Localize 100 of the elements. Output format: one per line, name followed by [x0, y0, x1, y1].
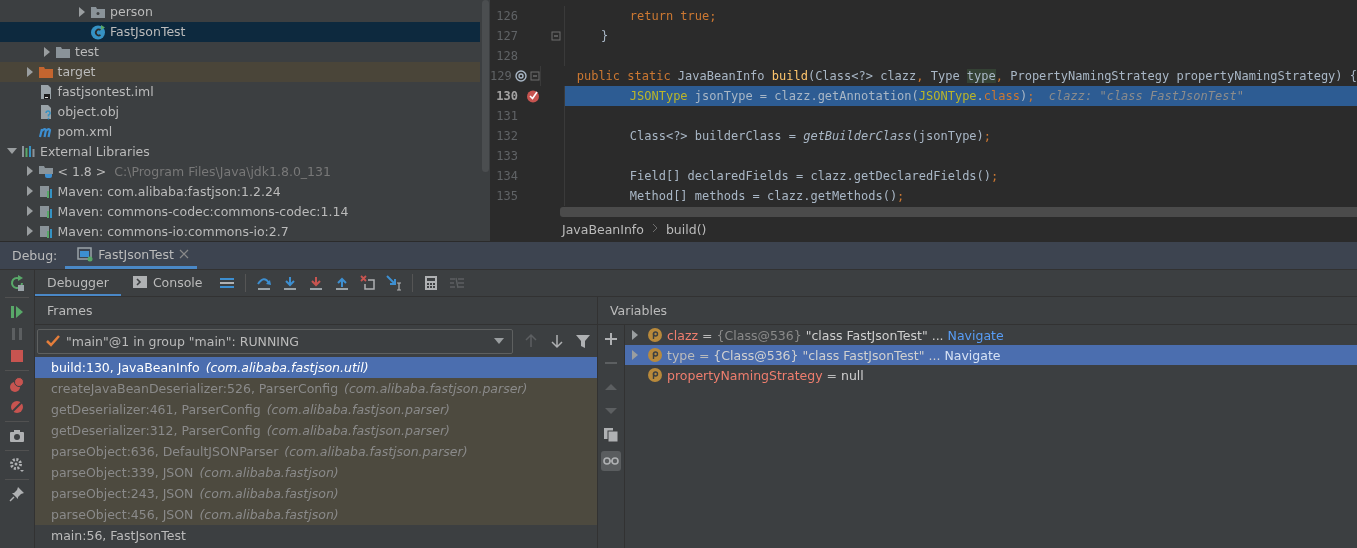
- variable-row[interactable]: clazz = {Class@536} "class FastJsonTest" ... Navigate: [625, 325, 1357, 345]
- debug-label: Debug:: [11, 248, 59, 263]
- breakpoints-icon[interactable]: [9, 377, 25, 393]
- collapsed-arrow-icon[interactable]: [24, 66, 35, 77]
- tree-item[interactable]: Maven: commons-io:commons-io:2.7: [0, 221, 480, 242]
- copy-icon[interactable]: [603, 427, 619, 443]
- stack-frame[interactable]: main:56, FastJsonTest: [35, 525, 597, 546]
- tree-item[interactable]: target: [0, 61, 480, 82]
- variable-text: propertyNamingStrategy = null: [667, 367, 864, 383]
- collapsed-arrow-icon[interactable]: [77, 6, 87, 17]
- frame-package: (com.alibaba.fastjson.util): [205, 360, 369, 375]
- variable-row[interactable]: propertyNamingStrategy = null: [625, 365, 1357, 385]
- line-number: 134: [495, 169, 518, 183]
- inline-value-hint: clazz: "class FastJsonTest": [1047, 89, 1244, 103]
- console-icon: [132, 275, 147, 289]
- frames-header: Frames: [35, 297, 597, 325]
- calculator-icon[interactable]: [422, 275, 439, 291]
- navigate-link[interactable]: Navigate: [947, 327, 1004, 343]
- settings-icon[interactable]: [9, 457, 25, 473]
- watches-toggle[interactable]: [601, 451, 621, 471]
- navigate-link[interactable]: Navigate: [944, 347, 1001, 363]
- collapsed-arrow-icon[interactable]: [24, 206, 35, 217]
- tree-item[interactable]: Maven: commons-codec:commons-codec:1.14: [0, 201, 480, 222]
- lines-icon[interactable]: [218, 275, 235, 291]
- jdk-folder-icon: [37, 163, 54, 180]
- breakpoint-icon[interactable]: [526, 89, 540, 103]
- rerun-icon[interactable]: [9, 275, 25, 291]
- line-number: 129: [490, 69, 512, 83]
- frame-method: build:130, JavaBeanInfo: [51, 360, 200, 375]
- fold-icon[interactable]: [529, 71, 540, 81]
- tree-item[interactable]: External Libraries: [0, 141, 480, 162]
- collapsed-arrow-icon[interactable]: [24, 166, 35, 177]
- debugger-tab[interactable]: Console: [120, 270, 215, 296]
- collapsed-arrow-icon[interactable]: [42, 46, 52, 57]
- line-number: 131: [495, 109, 518, 123]
- resume-icon[interactable]: [9, 304, 25, 320]
- frame-package: (com.alibaba.fastjson): [199, 507, 339, 522]
- tree-item[interactable]: pom.xml: [0, 121, 480, 142]
- tree-item[interactable]: object.obj: [0, 101, 480, 122]
- code-text: (jsonType): [911, 129, 984, 143]
- code-text: Method[] methods = clazz.getMethods(): [628, 189, 898, 203]
- parameter-icon: [647, 327, 663, 343]
- scrollbar-thumb[interactable]: [560, 207, 1357, 217]
- tree-item[interactable]: Maven: com.alibaba:fastjson:1.2.24: [0, 181, 480, 202]
- tree-item[interactable]: test: [0, 41, 480, 62]
- code-text: build: [771, 69, 808, 83]
- code-text: ;: [983, 129, 992, 143]
- code-text: (Class<?> clazz: [807, 69, 917, 83]
- stack-frame[interactable]: build:130, JavaBeanInfo (com.alibaba.fastjson.util): [35, 357, 597, 378]
- variables-header: Variables: [598, 297, 1357, 325]
- down-arrow-icon[interactable]: [307, 275, 324, 291]
- collapsed-arrow-icon[interactable]: [24, 186, 35, 197]
- curved-arrow-icon[interactable]: [255, 275, 272, 291]
- tree-item[interactable]: FastJsonTest: [0, 21, 480, 42]
- frame-method: getDeserializer:461, ParserConfig: [51, 402, 261, 417]
- debugger-tab[interactable]: Debugger: [35, 270, 121, 296]
- fold-icon[interactable]: [551, 31, 561, 41]
- code-text: JavaBeanInfo: [677, 69, 766, 83]
- down-arrow-icon[interactable]: [281, 275, 298, 291]
- pin-icon[interactable]: [9, 486, 25, 502]
- mute-breakpoints-icon[interactable]: [9, 399, 25, 415]
- line-number: 133: [495, 149, 518, 163]
- cross-frame-icon[interactable]: [359, 275, 376, 291]
- override-icon[interactable]: [513, 69, 528, 83]
- library-icon: [37, 203, 54, 220]
- breadcrumb-item[interactable]: build(): [665, 221, 707, 237]
- camera-icon[interactable]: [9, 428, 25, 444]
- frame-package: (com.alibaba.fastjson): [199, 465, 339, 480]
- debug-session-tab[interactable]: FastJsonTest: [65, 242, 197, 269]
- code-text: ,: [995, 69, 1004, 83]
- frame-method: getDeserializer:312, ParserConfig: [51, 423, 261, 438]
- up-arrow-icon[interactable]: [333, 275, 350, 291]
- tree-item[interactable]: < 1.8 > C:\Program Files\Java\jdk1.8.0_131: [0, 161, 480, 182]
- variable-row[interactable]: type = {Class@536} "class FastJsonTest" ... Navigate: [625, 345, 1357, 365]
- line-number: 127: [495, 29, 518, 43]
- parameter-icon: [647, 347, 663, 363]
- down-arrow-icon[interactable]: [549, 333, 565, 349]
- thread-dropdown[interactable]: "main"@1 in group "main": RUNNING: [37, 328, 513, 354]
- breadcrumb-item[interactable]: JavaBeanInfo: [562, 221, 644, 237]
- code-text: ): [1019, 89, 1028, 103]
- stop-icon[interactable]: [9, 348, 25, 364]
- cursor-arrow-icon[interactable]: [385, 275, 402, 291]
- code-text: type: [966, 69, 996, 83]
- filter-icon[interactable]: [575, 333, 591, 349]
- line-number: 135: [495, 189, 518, 203]
- code-text: Class<?> builderClass =: [628, 129, 797, 143]
- tree-item[interactable]: fastjsontest.iml: [0, 81, 480, 102]
- plus-icon[interactable]: [603, 331, 619, 347]
- close-icon[interactable]: [178, 249, 189, 259]
- frame-package: (com.alibaba.fastjson.parser): [284, 444, 468, 459]
- scrollbar-thumb[interactable]: [481, 0, 489, 172]
- parameter-icon: [647, 367, 663, 383]
- line-number: 132: [495, 129, 518, 143]
- tree-item[interactable]: person: [0, 2, 480, 22]
- code-text: .: [976, 89, 984, 103]
- libraries-icon: [20, 143, 36, 160]
- collapsed-arrow-icon[interactable]: [24, 226, 35, 237]
- code-text: getBuilderClass: [803, 129, 912, 143]
- code-text: class: [983, 89, 1020, 103]
- library-icon: [37, 183, 54, 200]
